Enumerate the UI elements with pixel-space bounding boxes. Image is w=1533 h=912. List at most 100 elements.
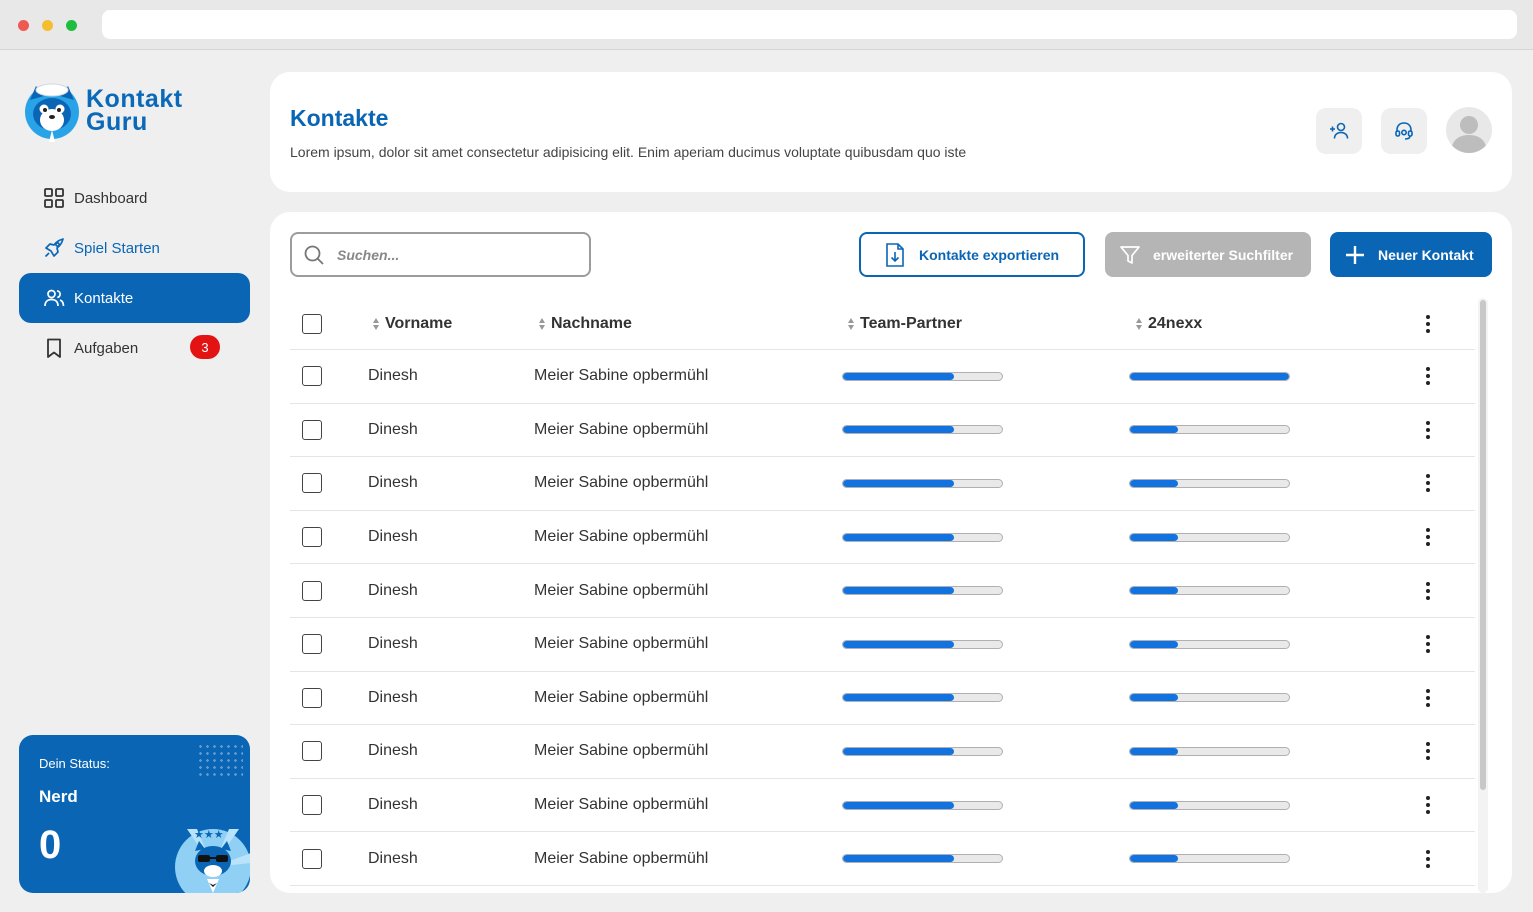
search-box[interactable]: [290, 232, 591, 277]
sidebar-item-spiel-starten[interactable]: Spiel Starten: [19, 223, 250, 273]
bookmark-icon: [47, 338, 61, 358]
table-row[interactable]: Dinesh Meier Sabine opbermühl: [290, 671, 1475, 726]
table-row[interactable]: Dinesh Meier Sabine opbermühl: [290, 457, 1475, 511]
table-row[interactable]: Dinesh Meier Sabine opbermühl: [290, 778, 1475, 833]
advanced-filter-button[interactable]: erweiterter Suchfilter: [1105, 232, 1311, 277]
team-partner-progress-bar: [842, 586, 1003, 596]
column-divider: [828, 457, 831, 510]
column-divider: [828, 671, 831, 725]
page-description: Lorem ipsum, dolor sit amet consectetur …: [290, 144, 967, 160]
column-header-vorname[interactable]: Vorname: [372, 298, 452, 349]
sidebar-item-label: Dashboard: [74, 189, 148, 207]
cell-24nexx: [1129, 832, 1290, 885]
scrollbar-thumb[interactable]: [1480, 300, 1486, 790]
sidebar-item-label: Spiel Starten: [74, 239, 160, 257]
cell-vorname: Dinesh: [368, 688, 418, 706]
column-divider: [1116, 832, 1119, 885]
sidebar-item-dashboard[interactable]: Dashboard: [19, 173, 250, 223]
table-scrollbar[interactable]: [1478, 298, 1488, 893]
export-contacts-button[interactable]: Kontakte exportieren: [859, 232, 1085, 277]
progress-fill: [1130, 587, 1178, 595]
cell-team-partner: [842, 404, 1003, 457]
column-divider: [522, 671, 525, 725]
more-vertical-icon: [1426, 849, 1430, 868]
address-bar[interactable]: [102, 10, 1517, 39]
column-divider: [1404, 510, 1407, 564]
app-logo[interactable]: Kontakt Guru: [22, 76, 222, 146]
close-window-button[interactable]: [18, 20, 29, 31]
cell-24nexx: [1129, 511, 1290, 564]
nexx-progress-bar: [1129, 478, 1290, 488]
filter-button-label: erweiterter Suchfilter: [1153, 246, 1294, 263]
user-avatar-icon: [1451, 116, 1487, 153]
row-checkbox[interactable]: [302, 419, 322, 440]
search-input[interactable]: [337, 246, 567, 263]
cell-24nexx: [1129, 457, 1290, 510]
cell-vorname: Dinesh: [368, 635, 418, 653]
table-row[interactable]: Dinesh Meier Sabine opbermühl: [290, 617, 1475, 672]
sidebar-item-kontakte[interactable]: Kontakte: [19, 273, 250, 323]
user-avatar[interactable]: [1446, 107, 1492, 153]
column-header-label: 24nexx: [1148, 314, 1203, 332]
more-vertical-icon: [1426, 635, 1430, 654]
column-divider: [356, 564, 359, 617]
row-options-button[interactable]: [1420, 849, 1436, 869]
table-row[interactable]: Dinesh Meier Sabine opbermühl: [290, 350, 1475, 404]
row-options-button[interactable]: [1420, 634, 1436, 654]
maximize-window-button[interactable]: [66, 20, 77, 31]
nexx-progress-bar: [1129, 371, 1290, 381]
sidebar-item-label: Aufgaben: [74, 339, 139, 357]
progress-fill: [1130, 801, 1178, 809]
cell-vorname: Dinesh: [368, 849, 418, 867]
more-vertical-icon: [1426, 688, 1430, 707]
row-checkbox[interactable]: [302, 366, 322, 387]
cell-nachname: Meier Sabine opbermühl: [534, 367, 709, 385]
table-row[interactable]: Dinesh Meier Sabine opbermühl: [290, 832, 1475, 886]
cell-nachname: Meier Sabine opbermühl: [534, 849, 709, 867]
row-checkbox[interactable]: [302, 580, 322, 601]
minimize-window-button[interactable]: [42, 20, 53, 31]
row-checkbox[interactable]: [302, 473, 322, 494]
add-user-button[interactable]: [1316, 108, 1362, 154]
row-options-button[interactable]: [1420, 795, 1436, 815]
nexx-progress-bar: [1129, 425, 1290, 435]
row-options-button[interactable]: [1420, 527, 1436, 547]
row-checkbox[interactable]: [302, 795, 322, 816]
column-divider: [1116, 457, 1119, 510]
row-checkbox[interactable]: [302, 687, 322, 708]
column-header-nachname[interactable]: Nachname: [538, 298, 632, 349]
column-options-button[interactable]: [1420, 314, 1436, 334]
cell-vorname: Dinesh: [368, 796, 418, 814]
row-checkbox[interactable]: [302, 634, 322, 655]
row-options-button[interactable]: [1420, 688, 1436, 708]
cell-24nexx: [1129, 350, 1290, 403]
sidebar-item-aufgaben[interactable]: Aufgaben 3: [19, 323, 250, 373]
column-divider: [522, 403, 525, 457]
column-divider: [522, 510, 525, 564]
row-options-button[interactable]: [1420, 473, 1436, 493]
row-options-button[interactable]: [1420, 420, 1436, 440]
table-row[interactable]: Dinesh Meier Sabine opbermühl: [290, 403, 1475, 458]
column-divider: [1404, 778, 1407, 832]
select-all-checkbox[interactable]: [302, 313, 322, 334]
table-row[interactable]: Dinesh Meier Sabine opbermühl: [290, 725, 1475, 779]
new-contact-button[interactable]: Neuer Kontakt: [1330, 232, 1492, 277]
column-header-24nexx[interactable]: 24nexx: [1135, 298, 1202, 349]
logo-line-2: Guru: [86, 108, 148, 136]
progress-fill: [1130, 479, 1178, 487]
row-checkbox[interactable]: [302, 741, 322, 762]
column-divider: [356, 298, 359, 349]
row-checkbox[interactable]: [302, 848, 322, 869]
sort-icon: [1135, 317, 1143, 331]
column-divider: [522, 350, 525, 403]
row-options-button[interactable]: [1420, 366, 1436, 386]
column-divider: [356, 403, 359, 457]
table-row[interactable]: Dinesh Meier Sabine opbermühl: [290, 564, 1475, 618]
row-options-button[interactable]: [1420, 741, 1436, 761]
search-icon: [304, 245, 324, 265]
row-options-button[interactable]: [1420, 581, 1436, 601]
column-header-team-partner[interactable]: Team-Partner: [847, 298, 962, 349]
table-row[interactable]: Dinesh Meier Sabine opbermühl: [290, 510, 1475, 565]
row-checkbox[interactable]: [302, 527, 322, 548]
support-button[interactable]: [1381, 108, 1427, 154]
